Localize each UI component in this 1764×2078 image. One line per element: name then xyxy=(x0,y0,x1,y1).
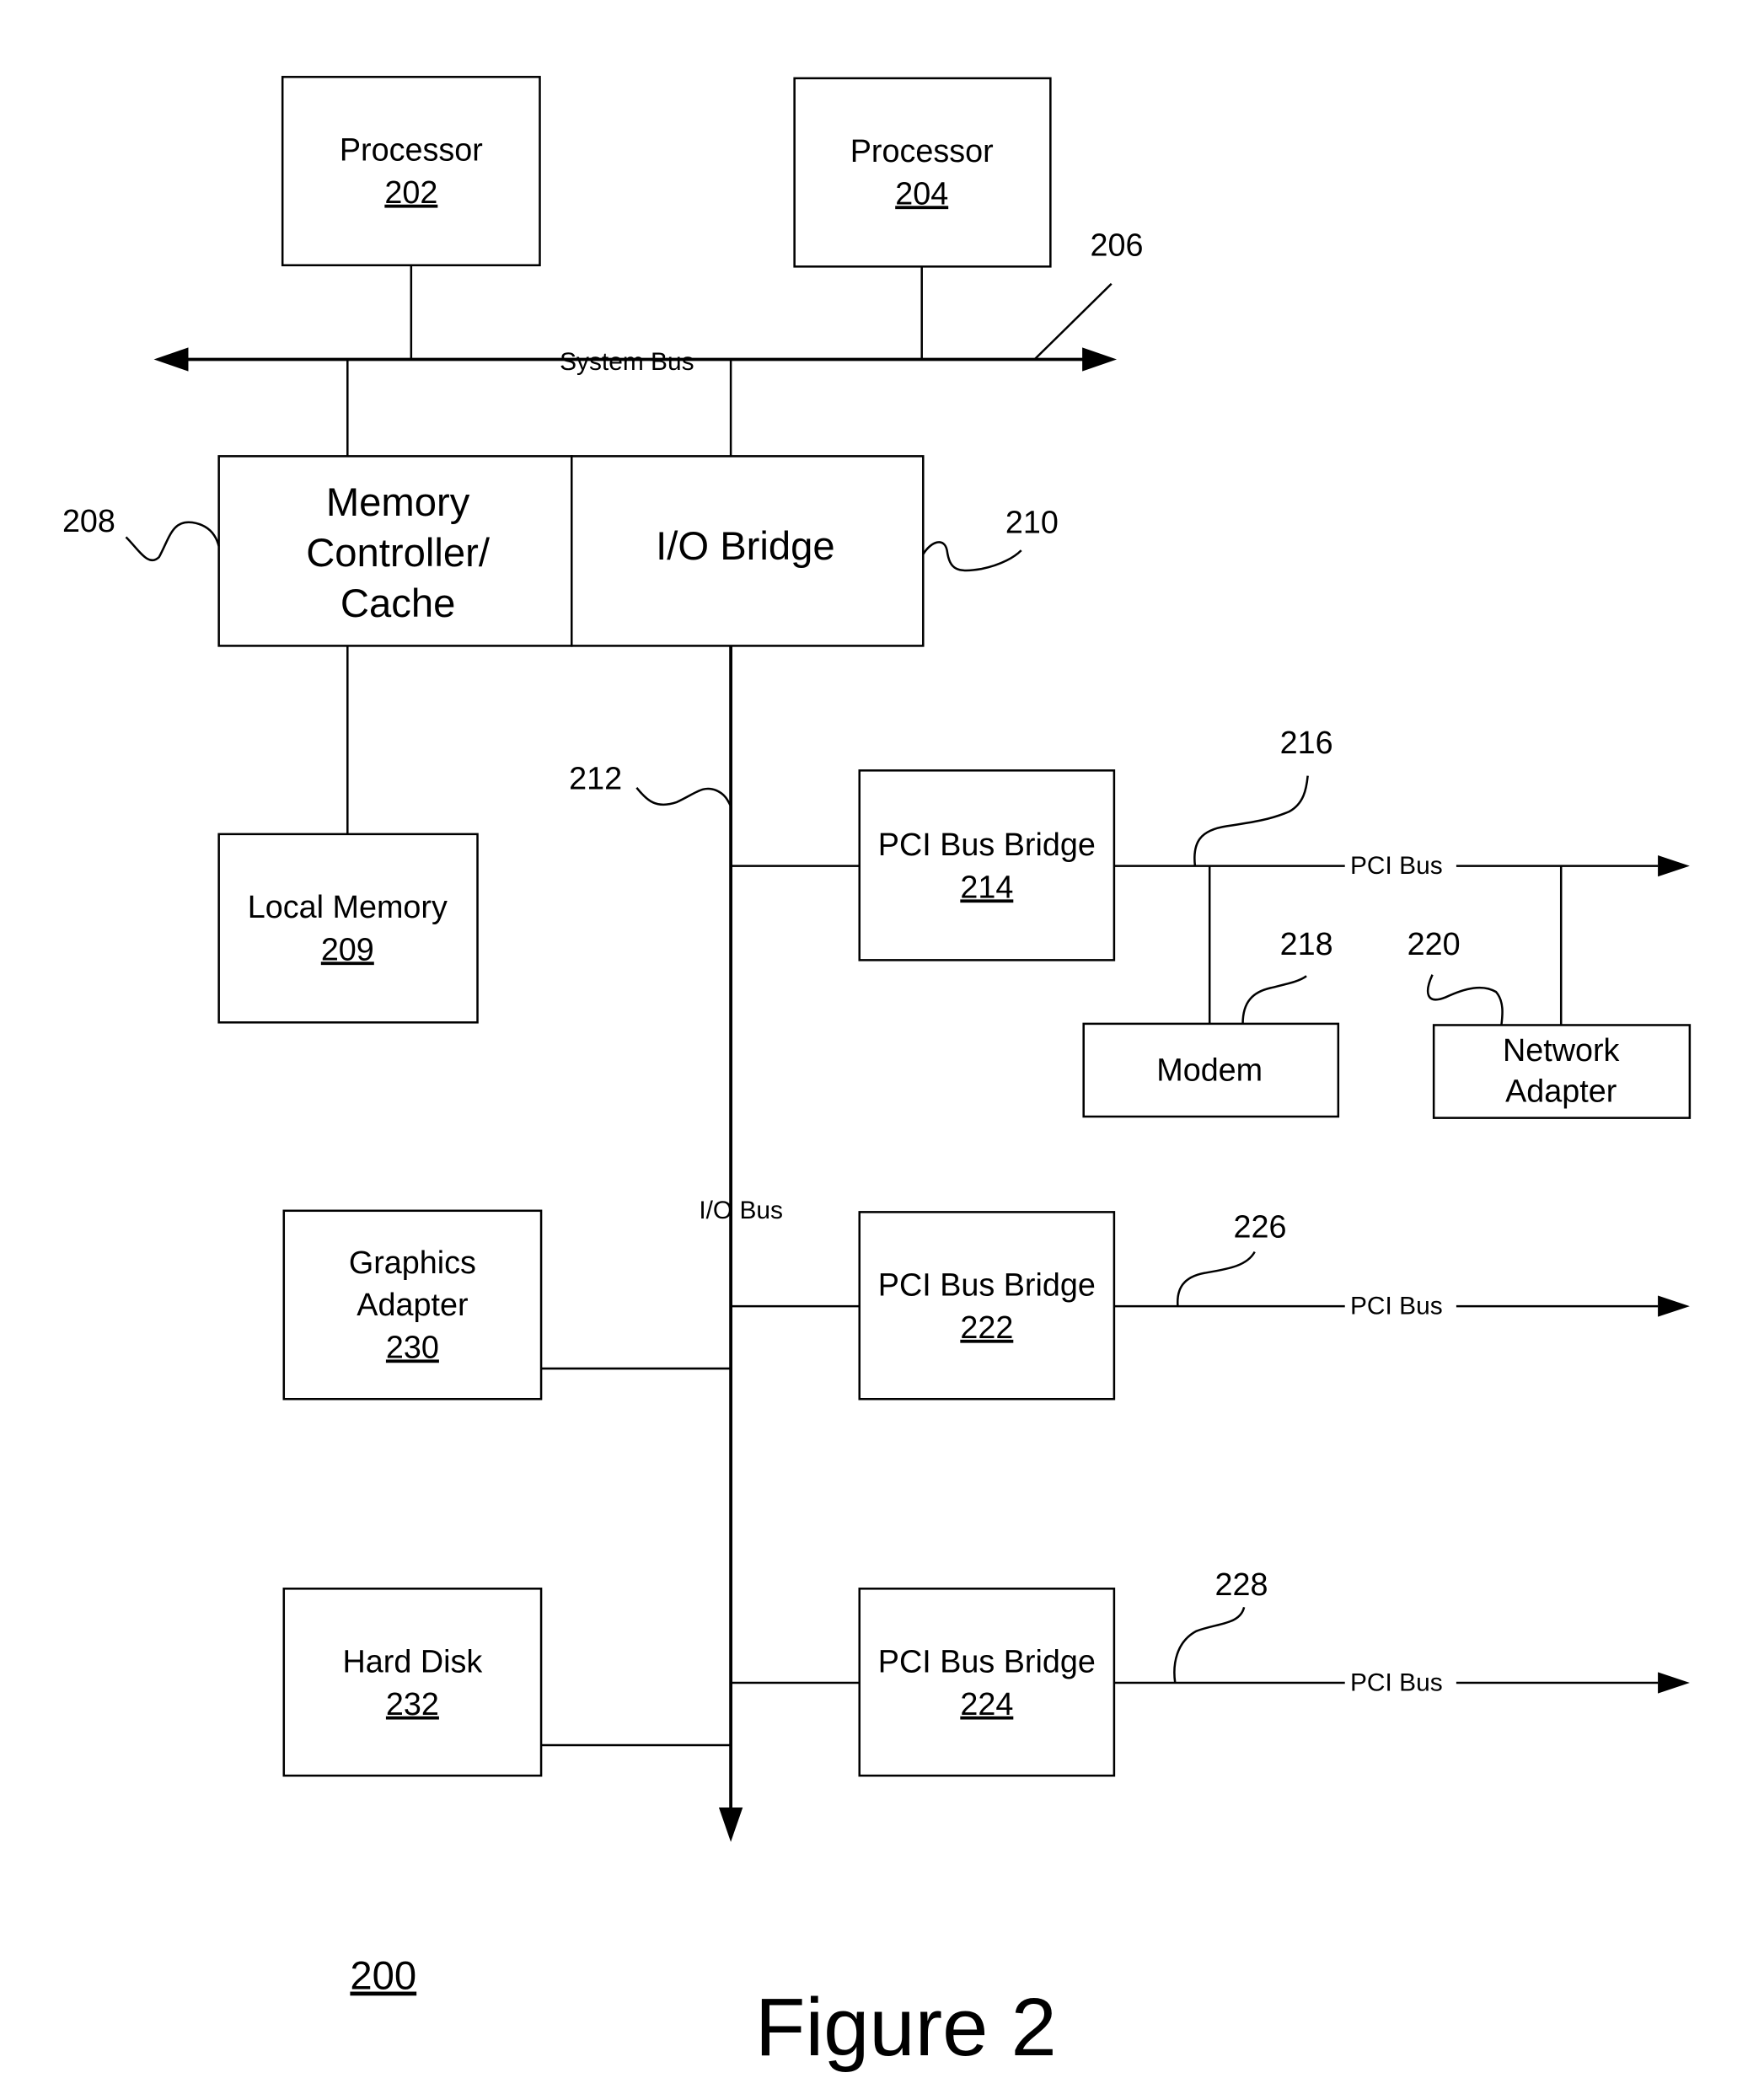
local-memory: Local Memory 209 xyxy=(217,833,479,1024)
system-bus-left-arrow xyxy=(153,347,189,372)
network-adapter-line-1: Network xyxy=(1503,1033,1620,1068)
pci-bus-bridge-224: PCI Bus Bridge 224 xyxy=(858,1588,1116,1777)
network-adapter-callout-leader xyxy=(1426,974,1504,1026)
pci-bus-bridge-222: PCI Bus Bridge 222 xyxy=(858,1211,1116,1401)
pci-bridge-224-label: PCI Bus Bridge xyxy=(878,1644,1096,1679)
pci-bus-1-label: PCI Bus xyxy=(1350,852,1443,880)
pci-bridge-214-label: PCI Bus Bridge xyxy=(878,827,1096,863)
system-bus-callout: 206 xyxy=(1091,228,1144,264)
pci-bus-1-callout-leader xyxy=(1193,775,1309,866)
processor-202-ref: 202 xyxy=(384,175,437,211)
pci-bus-2-callout-leader xyxy=(1177,1251,1256,1307)
hard-disk-ref: 232 xyxy=(386,1687,439,1722)
io-bus-down-arrow xyxy=(718,1807,743,1842)
processor-204-label: Processor xyxy=(850,134,994,169)
io-bus-callout-leader xyxy=(635,787,732,807)
figure-reference-number: 200 xyxy=(350,1954,416,1999)
hard-disk: Hard Disk 232 xyxy=(282,1588,543,1777)
network-adapter-callout: 220 xyxy=(1407,927,1461,962)
local-memory-ref: 209 xyxy=(321,932,374,967)
processor-204: Processor 204 xyxy=(793,77,1052,268)
pci-bus-3-callout-leader xyxy=(1173,1606,1246,1684)
io-bus: I/O Bus xyxy=(699,645,783,1842)
memory-controller-callout: 208 xyxy=(62,504,115,539)
pci-bus-2-label: PCI Bus xyxy=(1350,1293,1443,1320)
pci-bus-1: PCI Bus xyxy=(1113,852,1690,880)
processor-204-ref: 204 xyxy=(895,176,948,212)
processor-202-label: Processor xyxy=(340,132,483,168)
pci-bus-1-arrow xyxy=(1658,855,1690,877)
graphics-adapter-line-2: Adapter xyxy=(357,1288,468,1323)
processor-202: Processor 202 xyxy=(281,76,541,267)
memory-controller-line-1: Memory xyxy=(326,480,470,525)
pci-bus-2-callout: 226 xyxy=(1234,1209,1287,1245)
memory-controller-cache: Memory Controller/ Cache xyxy=(217,455,573,647)
io-bridge-callout: 210 xyxy=(1005,506,1059,541)
hard-disk-label: Hard Disk xyxy=(343,1644,483,1679)
graphics-adapter-ref: 230 xyxy=(386,1330,439,1365)
network-adapter: Network Adapter xyxy=(1432,1024,1692,1119)
local-memory-label: Local Memory xyxy=(248,890,448,925)
pci-bus-2-arrow xyxy=(1658,1295,1690,1317)
modem: Modem xyxy=(1082,1022,1340,1118)
network-adapter-line-2: Adapter xyxy=(1505,1074,1617,1110)
memory-controller-line-2: Controller/ xyxy=(306,531,491,576)
block-diagram: Processor 202 Processor 204 System Bus 2… xyxy=(62,76,1692,2073)
pci-bus-3-callout: 228 xyxy=(1214,1567,1268,1603)
memory-controller-line-3: Cache xyxy=(340,581,455,626)
pci-bridge-214-ref: 214 xyxy=(960,870,1013,905)
io-bridge-callout-leader xyxy=(922,541,1022,572)
system-bus-label: System Bus xyxy=(560,348,694,376)
pci-bus-bridge-214: PCI Bus Bridge 214 xyxy=(858,769,1116,961)
pci-bridge-224-ref: 224 xyxy=(960,1687,1013,1722)
pci-bridge-222-label: PCI Bus Bridge xyxy=(878,1268,1096,1304)
figure-title: Figure 2 xyxy=(755,1981,1057,2073)
memory-controller-callout-leader xyxy=(125,521,220,562)
system-bus: System Bus xyxy=(153,347,1118,376)
io-bus-label: I/O Bus xyxy=(699,1197,783,1224)
pci-bridge-222-ref: 222 xyxy=(960,1310,1013,1346)
io-bridge-label: I/O Bridge xyxy=(656,524,835,569)
pci-bus-3: PCI Bus xyxy=(1113,1668,1690,1696)
pci-bus-3-label: PCI Bus xyxy=(1350,1668,1443,1696)
modem-callout: 218 xyxy=(1280,927,1333,962)
system-bus-right-arrow xyxy=(1082,347,1118,372)
io-bridge: I/O Bridge xyxy=(570,455,925,647)
io-bus-callout: 212 xyxy=(569,761,622,796)
graphics-adapter-line-1: Graphics xyxy=(349,1245,476,1281)
pci-bus-3-arrow xyxy=(1658,1672,1690,1694)
modem-label: Modem xyxy=(1156,1053,1263,1089)
pci-bus-2: PCI Bus xyxy=(1113,1293,1690,1320)
graphics-adapter: Graphics Adapter 230 xyxy=(282,1209,543,1401)
pci-bus-1-callout: 216 xyxy=(1280,726,1333,761)
system-bus-callout-leader xyxy=(1033,282,1113,361)
modem-callout-leader xyxy=(1241,975,1307,1024)
